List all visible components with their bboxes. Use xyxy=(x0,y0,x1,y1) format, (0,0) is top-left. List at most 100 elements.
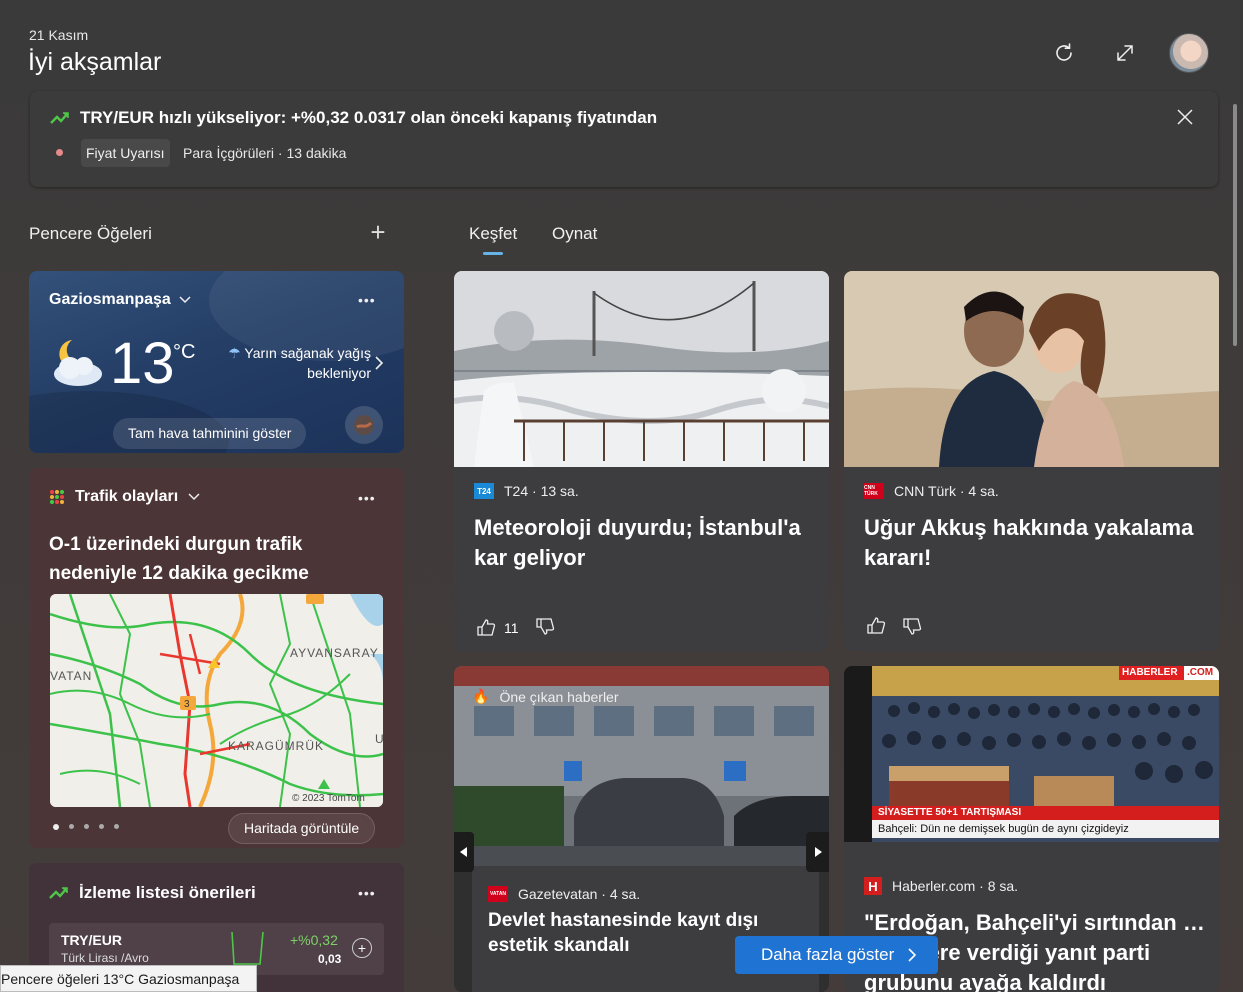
alert-dot xyxy=(56,149,63,156)
tv-ticker-tag: SİYASETTE 50+1 TARTIŞMASI xyxy=(878,807,1022,818)
news-card[interactable]: CNN TÜRK CNN Türk · 4 sa. Uğur Akkuş hak… xyxy=(844,271,1219,651)
news-image-couple xyxy=(844,271,1219,467)
dislike-button[interactable] xyxy=(535,616,555,639)
weather-temperature: 13 xyxy=(110,331,175,396)
watchlist-more-icon[interactable]: ••• xyxy=(358,885,376,901)
pager-dot[interactable] xyxy=(69,824,74,829)
watchlist-change: +%0,32 xyxy=(290,932,338,948)
news-image-snowy-bosphorus xyxy=(454,271,829,467)
show-more-label: Daha fazla göster xyxy=(761,945,895,964)
news-headline[interactable]: Uğur Akkuş hakkında yakalama kararı! xyxy=(864,513,1204,573)
umbrella-icon: ☂ xyxy=(228,345,241,361)
full-forecast-button[interactable]: Tam hava tahminini göster xyxy=(113,418,307,449)
traffic-title: Trafik olayları xyxy=(75,488,179,505)
flame-icon: 🔥 xyxy=(472,688,490,704)
reactions: 11 xyxy=(476,616,555,639)
weather-city: Gaziosmanpaşa xyxy=(49,291,171,308)
featured-badge-label: Öne çıkan haberler xyxy=(499,688,619,705)
chevron-down-icon xyxy=(188,493,200,501)
pager-dot[interactable] xyxy=(114,824,119,829)
news-source-label: Haberler.com · 8 sa. xyxy=(892,878,1019,894)
widgets-section-title: Pencere Öğeleri xyxy=(29,224,152,243)
gazetevatan-logo: VATAN xyxy=(488,886,508,902)
add-widget-button[interactable]: + xyxy=(364,217,392,247)
partly-cloudy-night-icon xyxy=(54,340,102,386)
view-on-map-button[interactable]: Haritada görüntüle xyxy=(228,813,376,844)
expand-button[interactable] xyxy=(1108,36,1142,70)
show-more-button[interactable]: Daha fazla göster xyxy=(735,936,938,974)
watchlist-symbol: TRY/EUR xyxy=(61,932,122,948)
alert-title-text: TRY/EUR hızlı yükseliyor: +%0,32 0.0317 … xyxy=(80,108,658,127)
haberler-logo: H xyxy=(864,877,882,895)
map-copyright: © 2023 TomTom xyxy=(292,793,365,804)
profile-avatar[interactable] xyxy=(1169,33,1209,73)
pager-dot[interactable] xyxy=(99,824,104,829)
caret-left-icon xyxy=(460,847,467,857)
like-button[interactable]: 11 xyxy=(476,618,519,638)
news-source[interactable]: T24 T24 · 13 sa. xyxy=(474,483,579,499)
news-headline[interactable]: Meteoroloji duyurdu; İstanbul'a kar geli… xyxy=(474,513,814,573)
scrollbar[interactable] xyxy=(1233,104,1237,346)
map-thumbnail-icon xyxy=(354,415,374,435)
traffic-map[interactable]: 3 AYVANSARAY VATAN KARAGÜMRÜK U © 2023 T… xyxy=(50,594,383,807)
news-source-label: CNN Türk · 4 sa. xyxy=(894,483,999,499)
traffic-light-icon xyxy=(50,490,64,504)
active-tab-indicator xyxy=(483,252,503,255)
news-source[interactable]: H Haberler.com · 8 sa. xyxy=(864,877,1018,895)
traffic-pager[interactable] xyxy=(53,824,119,830)
chevron-right-icon[interactable] xyxy=(374,355,384,371)
date-label: 21 Kasım xyxy=(29,27,89,43)
carousel-prev-button[interactable] xyxy=(454,832,474,872)
t24-logo: T24 xyxy=(474,483,494,499)
taskbar-tooltip: Pencere öğeleri 13°C Gaziosmanpaşa xyxy=(0,965,257,992)
map-label-u: U xyxy=(375,732,383,746)
weather-more-icon[interactable]: ••• xyxy=(358,292,376,308)
add-to-watchlist-button[interactable]: + xyxy=(352,938,372,958)
watchlist-name: Türk Lirası /Avro xyxy=(61,951,149,965)
expand-icon xyxy=(1117,45,1133,61)
pager-dot[interactable] xyxy=(53,824,59,830)
traffic-header[interactable]: Trafik olayları xyxy=(49,488,200,506)
svg-text:3: 3 xyxy=(184,699,190,710)
news-source[interactable]: CNN TÜRK CNN Türk · 4 sa. xyxy=(864,483,999,499)
news-source-label: T24 · 13 sa. xyxy=(504,483,579,499)
pager-dot[interactable] xyxy=(84,824,89,829)
chevron-right-icon xyxy=(908,948,917,962)
like-button[interactable] xyxy=(866,616,886,639)
tv-channel-logo: HABERLER xyxy=(1122,667,1178,678)
close-alert-button[interactable] xyxy=(1168,100,1202,134)
tab-oynat[interactable]: Oynat xyxy=(552,224,597,244)
weather-location[interactable]: Gaziosmanpaşa xyxy=(49,291,191,309)
close-icon xyxy=(1177,109,1193,125)
thumbs-up-icon xyxy=(477,618,496,636)
traffic-more-icon[interactable]: ••• xyxy=(358,490,376,506)
watchlist-header: İzleme listesi önerileri xyxy=(49,883,256,903)
tv-channel-logo-suffix: .COM xyxy=(1187,667,1214,678)
tv-ticker-caption: Bahçeli: Dün ne demişsek bugün de aynı ç… xyxy=(878,823,1129,835)
alert-title[interactable]: TRY/EUR hızlı yükseliyor: +%0,32 0.0317 … xyxy=(50,108,657,128)
like-count: 11 xyxy=(504,619,519,636)
trending-up-icon xyxy=(49,887,68,899)
dislike-button[interactable] xyxy=(902,616,922,639)
traffic-description: O-1 üzerindeki durgun trafik nedeniyle 1… xyxy=(49,534,309,584)
thumbs-up-icon xyxy=(867,617,886,634)
refresh-button[interactable] xyxy=(1047,36,1081,70)
news-source-label: Gazetevatan · 4 sa. xyxy=(518,886,641,902)
news-source[interactable]: VATAN Gazetevatan · 4 sa. xyxy=(488,886,640,902)
carousel-next-button[interactable] xyxy=(806,832,829,872)
tab-kesfet[interactable]: Keşfet xyxy=(469,224,517,244)
weather-forecast[interactable]: ☂ Yarın sağanak yağış bekleniyor xyxy=(211,343,371,383)
map-label-ayvansaray: AYVANSARAY xyxy=(290,646,379,660)
news-card[interactable]: T24 T24 · 13 sa. Meteoroloji duyurdu; İs… xyxy=(454,271,829,651)
weather-map-button[interactable] xyxy=(345,406,383,444)
watchlist-title: İzleme listesi önerileri xyxy=(79,883,256,902)
weather-forecast-text: Yarın sağanak yağış bekleniyor xyxy=(244,345,371,381)
price-alert-banner[interactable] xyxy=(30,91,1218,187)
watchlist-value: 0,03 xyxy=(318,952,342,966)
watchlist-sparkline xyxy=(231,931,264,965)
greeting-title: İyi akşamlar xyxy=(28,48,162,76)
thumbs-down-icon xyxy=(535,618,554,635)
refresh-icon xyxy=(1056,43,1072,61)
alert-chip: Fiyat Uyarısı xyxy=(81,139,170,167)
thumbs-down-icon xyxy=(903,618,922,635)
